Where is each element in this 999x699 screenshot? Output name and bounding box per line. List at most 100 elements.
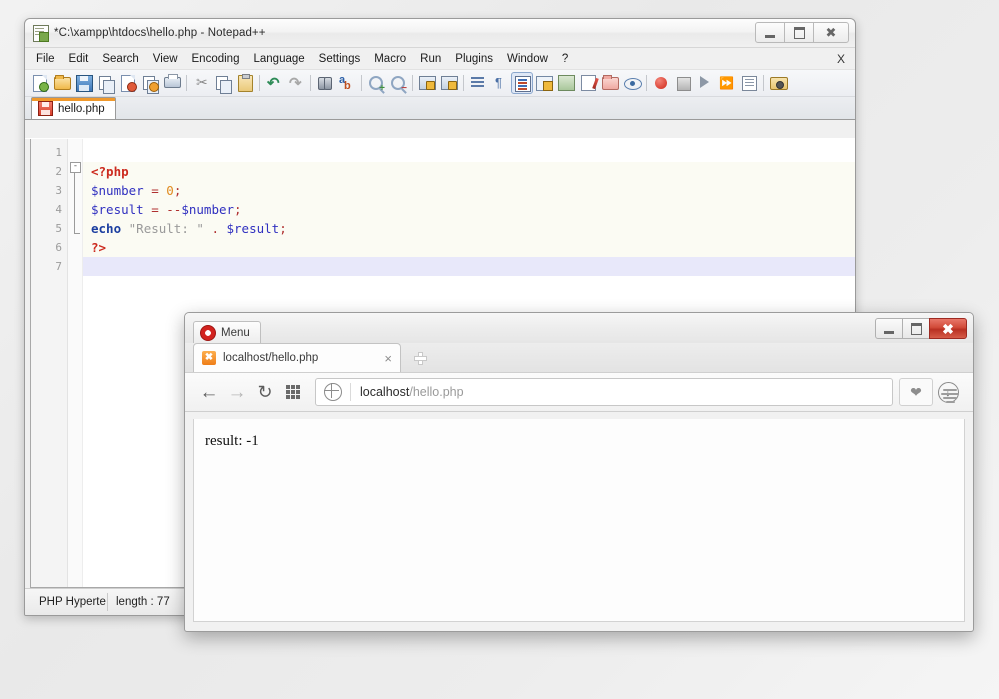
stop-recording-icon[interactable]: [672, 72, 694, 94]
code-token: ;: [279, 221, 287, 236]
redo-icon[interactable]: ↷: [285, 72, 307, 94]
menu-item-macro[interactable]: Macro: [367, 50, 413, 68]
replace-icon[interactable]: ab: [336, 72, 358, 94]
code-line[interactable]: <?php: [83, 162, 856, 181]
zoom-out-icon[interactable]: −: [387, 72, 409, 94]
speed-dial-button[interactable]: [279, 378, 307, 406]
menu-item-search[interactable]: Search: [95, 50, 145, 68]
code-token: =: [151, 202, 159, 217]
maximize-icon[interactable]: [784, 22, 814, 43]
run-icon[interactable]: [767, 72, 789, 94]
code-line[interactable]: $result = --$number;: [83, 200, 856, 219]
bookmark-button[interactable]: ❤: [899, 378, 933, 406]
code-line[interactable]: [83, 257, 856, 276]
user-defined-dialog-icon[interactable]: [533, 72, 555, 94]
close-file-icon[interactable]: [117, 72, 139, 94]
function-list-icon[interactable]: [577, 72, 599, 94]
menu-item-help[interactable]: ?: [555, 50, 575, 68]
close-icon[interactable]: ✖: [929, 318, 967, 339]
open-file-icon[interactable]: [51, 72, 73, 94]
notepad-tabbar[interactable]: hello.php: [25, 97, 855, 120]
save-icon[interactable]: [73, 72, 95, 94]
copy-icon[interactable]: [212, 72, 234, 94]
monitoring-icon[interactable]: [621, 72, 643, 94]
new-file-icon[interactable]: [29, 72, 51, 94]
run-macro-multiple-icon[interactable]: ⏩: [716, 72, 738, 94]
heart-icon: ❤: [910, 385, 922, 399]
menu-item-edit[interactable]: Edit: [62, 50, 96, 68]
code-token: --: [166, 202, 181, 217]
close-tab-icon[interactable]: ×: [380, 351, 392, 366]
opera-tabstrip[interactable]: ✖ localhost/hello.php ×: [185, 343, 973, 372]
maximize-icon[interactable]: [902, 318, 930, 339]
toolbar-separator: [460, 74, 467, 92]
address-host: localhost: [360, 385, 409, 399]
forward-button[interactable]: →: [223, 378, 251, 406]
document-map-icon[interactable]: [555, 72, 577, 94]
paste-icon[interactable]: [234, 72, 256, 94]
minimize-icon[interactable]: [875, 318, 903, 339]
code-token: 0: [166, 183, 174, 198]
back-button[interactable]: ←: [195, 378, 223, 406]
opera-browser-window[interactable]: Menu ✖ ✖ localhost/hello.php × ← → ↻ l: [184, 312, 974, 632]
close-all-files-icon[interactable]: [139, 72, 161, 94]
notepad-plus-plus-icon: [32, 25, 48, 41]
close-document-button[interactable]: X: [837, 52, 845, 66]
zoom-in-icon[interactable]: +: [365, 72, 387, 94]
reload-button[interactable]: ↻: [251, 378, 279, 406]
opera-menu-button[interactable]: Menu: [193, 321, 261, 343]
opera-window-controls[interactable]: ✖: [876, 318, 967, 339]
play-macro-icon[interactable]: [694, 72, 716, 94]
menu-item-file[interactable]: File: [29, 50, 62, 68]
notepad-toolbar[interactable]: ✂ ↶ ↷ ab + − ¶ ⏩: [25, 70, 855, 97]
word-wrap-icon[interactable]: [467, 72, 489, 94]
notepad-menubar[interactable]: File Edit Search View Encoding Language …: [25, 48, 855, 70]
browser-tab-localhost-hello-php[interactable]: ✖ localhost/hello.php ×: [193, 343, 401, 372]
code-line[interactable]: echo "Result: " . $result;: [83, 219, 856, 238]
opera-logo-icon: [200, 325, 216, 341]
notepad-window-controls[interactable]: ✖: [756, 22, 849, 43]
print-icon[interactable]: [161, 72, 183, 94]
address-bar[interactable]: localhost/hello.php: [315, 378, 893, 406]
new-tab-button[interactable]: [407, 345, 433, 371]
code-token: "Result: ": [129, 221, 204, 236]
close-icon[interactable]: ✖: [813, 22, 849, 43]
sync-vertical-scroll-icon[interactable]: [416, 72, 438, 94]
menu-item-view[interactable]: View: [146, 50, 185, 68]
page-viewport[interactable]: result: -1: [193, 419, 965, 622]
folder-as-workspace-icon[interactable]: [599, 72, 621, 94]
minimize-icon[interactable]: [755, 22, 785, 43]
fold-toggle-icon[interactable]: -: [70, 162, 81, 173]
tab-label: hello.php: [58, 103, 105, 115]
save-all-icon[interactable]: [95, 72, 117, 94]
show-indent-guide-icon[interactable]: [511, 72, 533, 94]
undo-icon[interactable]: ↶: [263, 72, 285, 94]
code-folding-column[interactable]: -: [68, 139, 83, 587]
save-macro-icon[interactable]: [738, 72, 760, 94]
toolbar-separator: [358, 74, 365, 92]
menu-item-run[interactable]: Run: [413, 50, 448, 68]
opera-navigation-toolbar[interactable]: ← → ↻ localhost/hello.php ❤ ↓: [185, 372, 973, 412]
xampp-favicon: ✖: [202, 351, 216, 365]
notepad-titlebar[interactable]: *C:\xampp\htdocs\hello.php - Notepad++ ✖: [25, 19, 855, 48]
line-number: 3: [31, 181, 67, 200]
menu-item-plugins[interactable]: Plugins: [448, 50, 500, 68]
code-line[interactable]: [83, 143, 856, 162]
opera-menu-label: Menu: [221, 327, 250, 339]
menu-item-window[interactable]: Window: [500, 50, 555, 68]
find-icon[interactable]: [314, 72, 336, 94]
show-all-characters-icon[interactable]: ¶: [489, 72, 511, 94]
line-number: 1: [31, 143, 67, 162]
cut-icon[interactable]: ✂: [190, 72, 212, 94]
menu-item-encoding[interactable]: Encoding: [185, 50, 247, 68]
opera-titlebar[interactable]: Menu ✖: [185, 313, 973, 343]
menu-item-language[interactable]: Language: [246, 50, 311, 68]
sync-horizontal-scroll-icon[interactable]: [438, 72, 460, 94]
editor-tab-hello-php[interactable]: hello.php: [31, 97, 116, 119]
code-line[interactable]: ?>: [83, 238, 856, 257]
record-macro-icon[interactable]: [650, 72, 672, 94]
menu-item-settings[interactable]: Settings: [312, 50, 368, 68]
sidebar-handle-icon[interactable]: [941, 389, 959, 403]
toolbar-separator: [183, 74, 190, 92]
code-line[interactable]: $number = 0;: [83, 181, 856, 200]
